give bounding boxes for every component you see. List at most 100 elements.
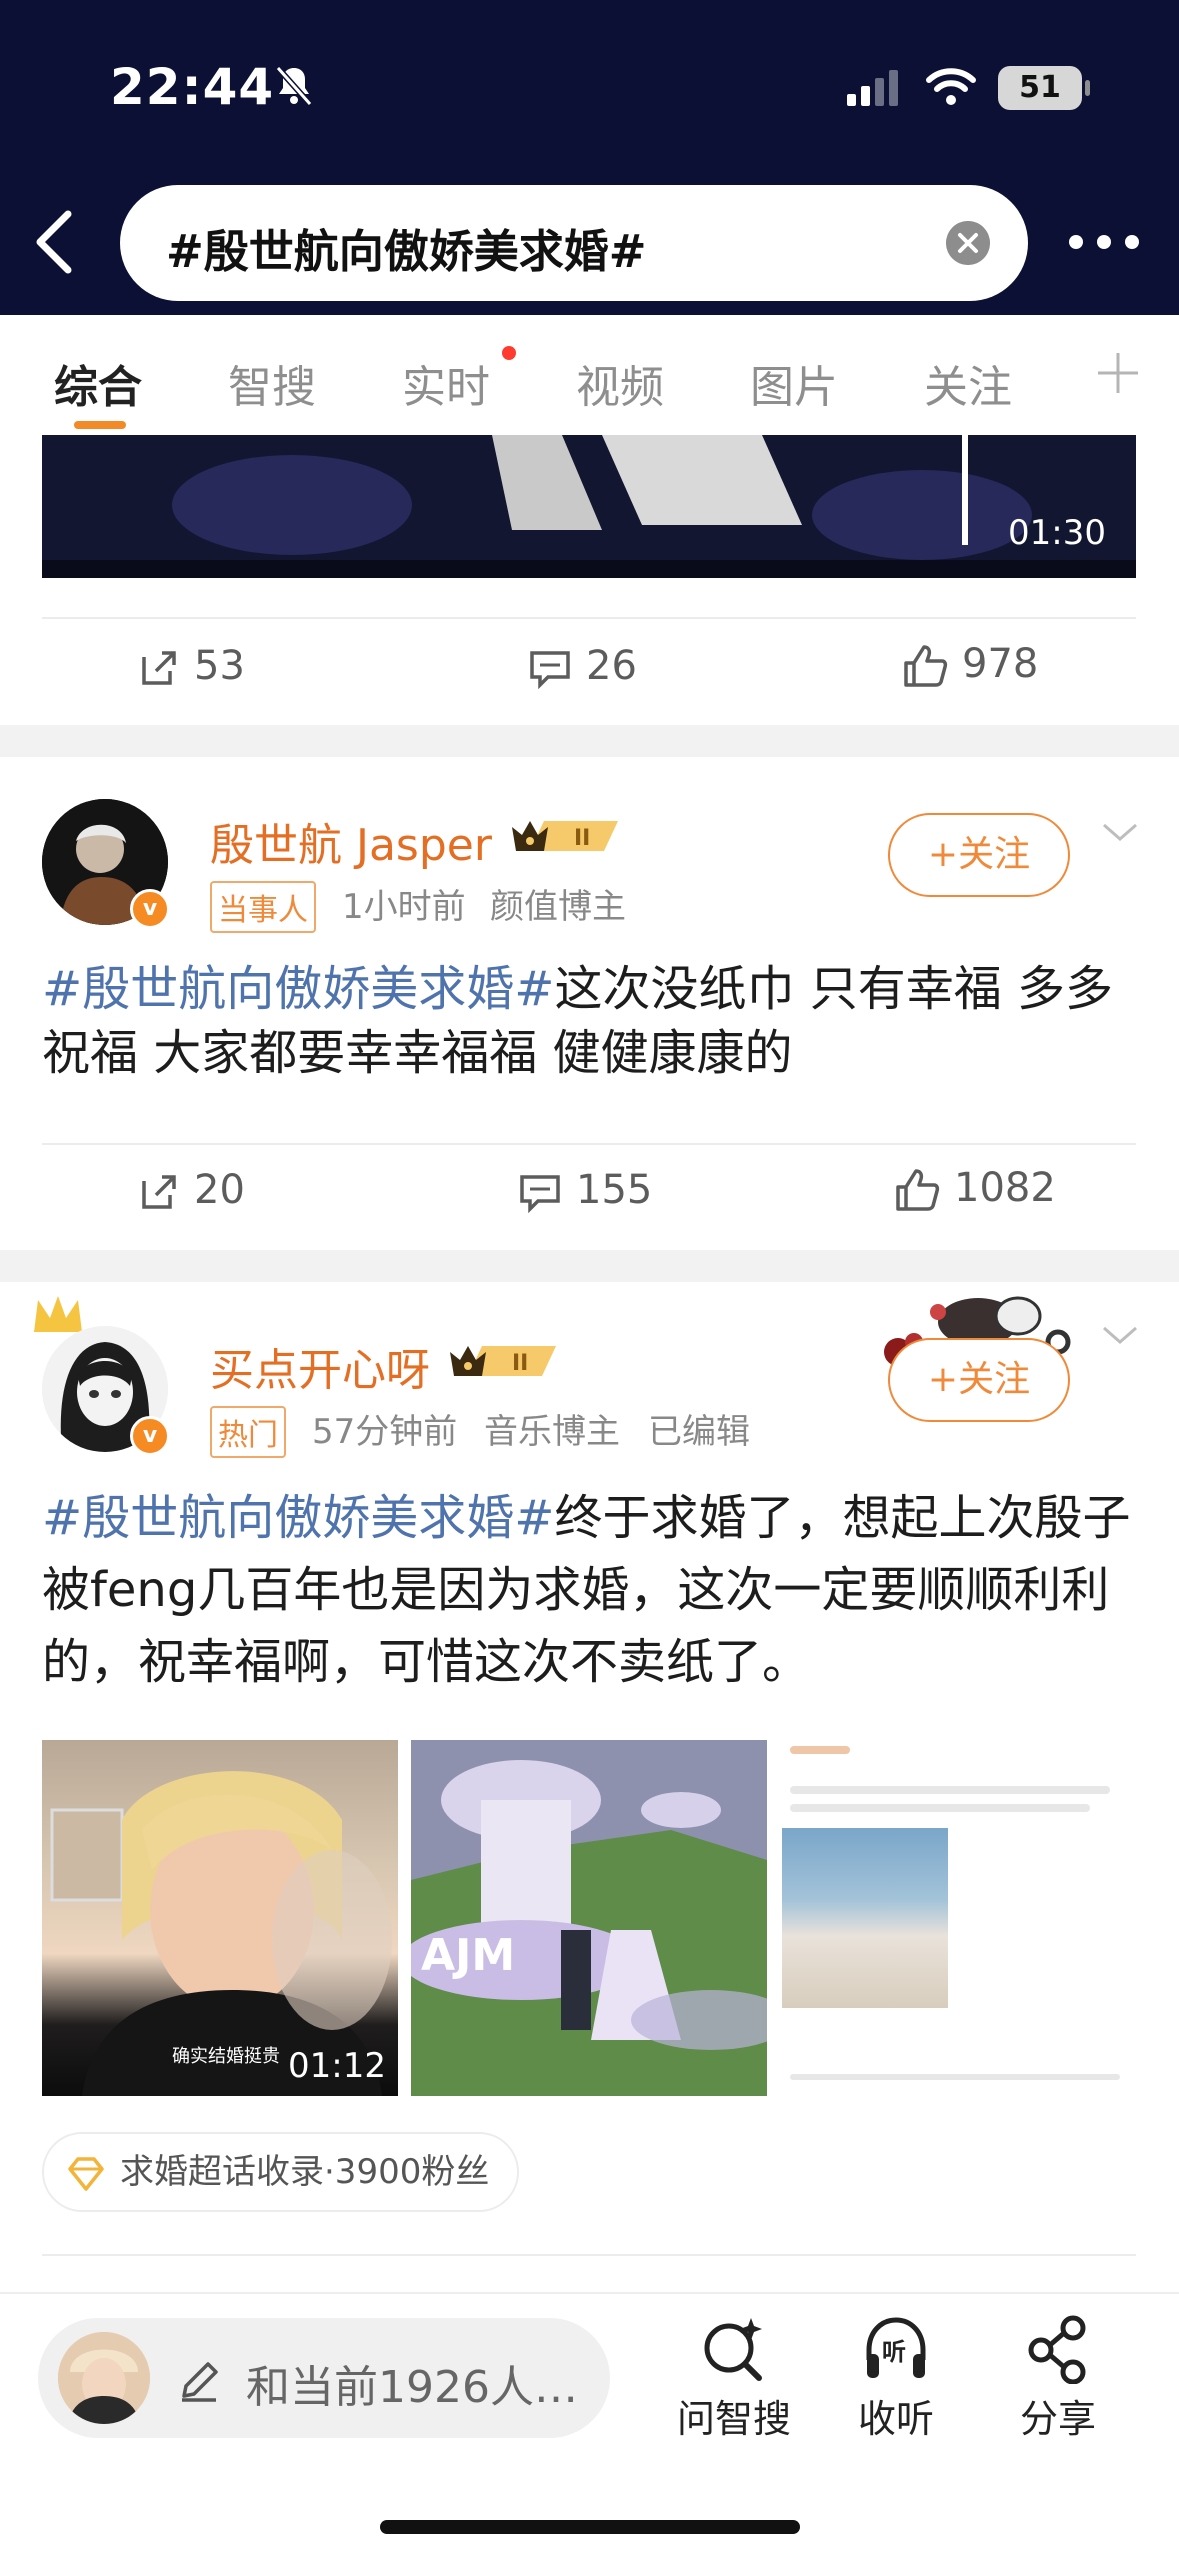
svg-text:II: II <box>574 826 590 851</box>
screenshot-line <box>790 1786 1110 1794</box>
image-thumbnail-screenshot[interactable] <box>780 1740 1136 2096</box>
like-count: 978 <box>962 641 1039 687</box>
username[interactable]: 殷世航 Jasper <box>210 809 492 873</box>
like-button[interactable]: 1082 <box>894 1165 1056 1213</box>
status-time: 22:44 <box>110 58 275 116</box>
like-count: 1082 <box>954 1165 1056 1211</box>
headphones-icon: 听 <box>866 2317 926 2378</box>
tab-following[interactable]: 关注 <box>924 351 1012 415</box>
super-topic-chip[interactable]: 求婚超话收录·3900粉丝 <box>42 2132 520 2212</box>
thumbnail-caption: 确实结婚挺贵 <box>172 2046 280 2067</box>
super-topic-label: 求婚超话收录·3900粉丝 <box>120 2152 490 2192</box>
battery-level: 51 <box>1019 70 1061 105</box>
follow-button[interactable]: +关注 <box>888 813 1070 897</box>
search-query: #殷世航向傲娇美求婚# <box>166 225 647 278</box>
svg-text:II: II <box>512 1351 528 1376</box>
comment-placeholder: 和当前1926人… <box>246 2362 578 2413</box>
comment-icon <box>520 1175 560 1214</box>
username[interactable]: 买点开心呀 <box>210 1334 430 1398</box>
active-tab-indicator <box>74 421 126 429</box>
home-indicator[interactable] <box>380 2520 800 2534</box>
screenshot-line <box>790 2074 1120 2080</box>
cellular-signal-icon <box>847 70 898 106</box>
screenshot-line <box>790 1804 1090 1812</box>
share-icon <box>1028 2315 1086 2384</box>
comment-count: 26 <box>586 643 637 689</box>
thumbs-up-icon <box>904 645 948 687</box>
repost-button[interactable]: 53 <box>138 643 245 689</box>
post-text: #殷世航向傲娇美求婚#这次没纸巾 只有幸福 多多祝福 大家都要幸幸福福 健健康康… <box>42 957 1142 1085</box>
tab-video[interactable]: 视频 <box>576 351 664 415</box>
screenshot-line <box>790 1746 850 1754</box>
chevron-down-icon[interactable] <box>1100 1320 1140 1350</box>
video-duration: 01:30 <box>1008 513 1106 553</box>
comment-button[interactable]: 26 <box>528 643 637 690</box>
verified-badge: v <box>130 1416 170 1456</box>
bottom-action-bar: 和当前1926人… 问智搜 听 收听 分享 <box>0 2292 1179 2556</box>
video-frame <box>42 435 1136 578</box>
divider <box>42 2254 1136 2256</box>
silent-bell-icon <box>275 66 313 106</box>
image-grid: 确实结婚挺贵 01:12 AJM <box>42 1740 1136 2096</box>
share-button[interactable]: 分享 <box>998 2314 1118 2443</box>
image-thumbnail-proposal[interactable]: AJM <box>411 1740 767 2096</box>
svg-text:听: 听 <box>882 2338 906 2366</box>
thumbnail-image <box>411 1740 767 2096</box>
add-tab-icon[interactable] <box>1092 347 1144 399</box>
wifi-icon <box>926 68 976 105</box>
chevron-down-icon[interactable] <box>1100 817 1140 847</box>
post-card-maidian: v 买点开心呀 II 热门 57分钟前 音乐博主 已编辑 +关注 #殷世航向傲娇… <box>0 1282 1179 2382</box>
back-arrow-icon[interactable] <box>26 206 86 278</box>
image-thumbnail-video[interactable]: 确实结婚挺贵 01:12 <box>42 1740 398 2096</box>
divider <box>42 1143 1136 1145</box>
vip-crown-badge: II <box>450 1346 556 1376</box>
comment-count: 155 <box>576 1167 653 1213</box>
repost-count: 20 <box>194 1167 245 1213</box>
ask-smart-search-button[interactable]: 问智搜 <box>674 2314 794 2443</box>
status-tag: 热门 <box>210 1406 286 1458</box>
post-time: 57分钟前 <box>312 1412 458 1452</box>
tab-comprehensive[interactable]: 综合 <box>54 351 142 415</box>
author-role: 音乐博主 <box>484 1412 620 1452</box>
image-overlay-text: AJM <box>421 1930 516 1981</box>
screenshot-photo <box>782 1828 948 2008</box>
top-header: 22:44 51 #殷世航向傲娇美求婚# <box>0 0 1179 315</box>
video-player[interactable]: 01:30 <box>42 435 1136 578</box>
repost-icon <box>142 1175 176 1209</box>
tab-smart-search[interactable]: 智搜 <box>228 351 316 415</box>
realtime-notification-dot <box>502 346 516 360</box>
app-root: 22:44 51 #殷世航向傲娇美求婚# 综合 智搜 实时 视频 图片 关注 0… <box>0 0 1179 2556</box>
repost-button[interactable]: 20 <box>138 1167 245 1213</box>
post-card-jasper: v 殷世航 Jasper II 当事人 1小时前 颜值博主 +关注 #殷世航向傲… <box>0 757 1179 1250</box>
comment-button[interactable]: 155 <box>518 1167 653 1214</box>
pencil-icon <box>182 2362 218 2402</box>
comment-input[interactable]: 和当前1926人… <box>38 2318 610 2438</box>
author-role: 颜值博主 <box>490 887 626 927</box>
tab-bar: 综合 智搜 实时 视频 图片 关注 <box>0 315 1179 435</box>
user-avatar <box>58 2332 150 2424</box>
post-card-video: 01:30 53 26 978 <box>0 435 1179 725</box>
repost-icon <box>142 651 176 685</box>
topic-link[interactable]: #殷世航向傲娇美求婚# <box>42 1490 554 1546</box>
verified-badge: v <box>130 889 170 929</box>
divider <box>42 617 1136 619</box>
search-field[interactable]: #殷世航向傲娇美求婚# <box>120 185 1028 301</box>
ask-label: 问智搜 <box>676 2397 791 2441</box>
tab-images[interactable]: 图片 <box>750 351 838 415</box>
edited-label: 已编辑 <box>648 1412 750 1452</box>
tab-realtime[interactable]: 实时 <box>402 351 490 415</box>
ai-search-icon <box>704 2318 762 2381</box>
listen-button[interactable]: 听 收听 <box>836 2314 956 2443</box>
thumbs-up-icon <box>896 1169 940 1211</box>
topic-link[interactable]: #殷世航向傲娇美求婚# <box>42 961 554 1017</box>
clear-search-icon[interactable] <box>946 221 990 265</box>
repost-count: 53 <box>194 643 245 689</box>
more-options-icon[interactable] <box>1062 222 1146 262</box>
diamond-icon <box>68 2156 104 2191</box>
listen-label: 收听 <box>857 2397 934 2441</box>
battery-indicator: 51 <box>998 66 1090 110</box>
post-text: #殷世航向傲娇美求婚#终于求婚了，想起上次殷子被feng几百年也是因为求婚，这次… <box>42 1482 1142 1698</box>
share-label: 分享 <box>1019 2397 1096 2441</box>
follow-button[interactable]: +关注 <box>888 1338 1070 1422</box>
like-button[interactable]: 978 <box>902 641 1038 689</box>
